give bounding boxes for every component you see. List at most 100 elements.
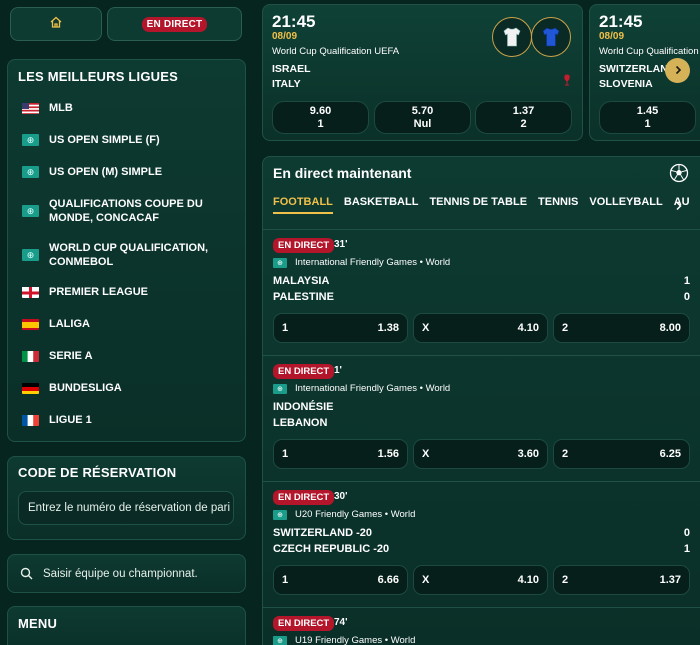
odd-label: 2 — [562, 322, 569, 334]
chevron-right-icon — [673, 62, 683, 80]
soccer-ball-icon[interactable] — [669, 163, 689, 188]
odd-label: X — [422, 574, 430, 586]
league-item-ligue-1[interactable]: LIGUE 1 — [22, 413, 237, 427]
league-label: MLB — [49, 102, 73, 114]
league-item-concacaf[interactable]: ⊕ QUALIFICATIONS COUPE DU MONDE, CONCACA… — [22, 197, 237, 225]
odd-label: 1 — [644, 117, 651, 130]
tab-tennis[interactable]: TENNIS — [538, 196, 578, 214]
world-globe-icon: ⊕ — [22, 249, 39, 261]
match-competition: ⊕ International Friendly Games • World — [273, 257, 450, 268]
league-item-bundesliga[interactable]: BUNDESLIGA — [22, 381, 237, 395]
match-minute: 31' — [334, 239, 348, 250]
away-jersey-icon — [531, 17, 571, 57]
world-globe-icon: ⊕ — [22, 166, 39, 178]
odd-button-home[interactable]: 1 1.56 — [273, 439, 408, 469]
odd-value: 6.66 — [377, 574, 399, 586]
match-competition: World Cup Qualification UEFA — [272, 46, 400, 57]
match-competition: ⊕ International Friendly Games • World — [273, 383, 450, 394]
odd-button-home[interactable]: 1 1.38 — [273, 313, 408, 343]
top-leagues-panel: LES MEILLEURS LIGUES MLB ⊕ US OPEN SIMPL… — [7, 59, 246, 442]
odd-button-draw[interactable]: 5.70 Nul — [374, 101, 471, 134]
live-badge: EN DIRECT — [273, 490, 335, 505]
league-item-us-open-m[interactable]: ⊕ US OPEN (M) SIMPLE — [22, 165, 237, 179]
odd-button-away[interactable]: 1.37 2 — [475, 101, 572, 134]
away-score: 0 — [683, 291, 690, 303]
live-badge: EN DIRECT — [273, 616, 335, 631]
live-match-row[interactable]: EN DIRECT 31' ⊕ International Friendly Ga… — [263, 229, 700, 355]
odd-value: 6.25 — [659, 448, 681, 460]
odd-button-draw[interactable]: X 4.10 — [413, 565, 548, 595]
league-item-laliga[interactable]: LALIGA — [22, 317, 237, 331]
away-team: PALESTINE — [273, 291, 334, 303]
live-now-title: En direct maintenant — [273, 165, 412, 181]
league-item-conmebol[interactable]: ⊕ WORLD CUP QUALIFICATION, CONMEBOL — [22, 241, 237, 269]
germany-flag-icon — [22, 382, 39, 394]
odd-button-draw[interactable]: X 3.60 — [413, 439, 548, 469]
live-match-row[interactable]: EN DIRECT 30' ⊕ U20 Friendly Games • Worl… — [263, 481, 700, 607]
live-match-row[interactable]: EN DIRECT 1' ⊕ International Friendly Gam… — [263, 355, 700, 481]
odd-label: 2 — [520, 117, 527, 130]
world-globe-icon: ⊕ — [273, 257, 287, 268]
match-competition: World Cup Qualification — [599, 46, 699, 57]
competition-label: International Friendly Games • World — [295, 383, 451, 394]
away-team: SLOVENIA — [599, 78, 653, 90]
odd-button-draw[interactable]: X 4.10 — [413, 313, 548, 343]
live-badge: EN DIRECT — [273, 238, 335, 253]
odd-label: 2 — [562, 574, 569, 586]
world-globe-icon: ⊕ — [273, 635, 287, 645]
league-label: LALIGA — [49, 318, 90, 330]
chevron-right-icon[interactable] — [674, 198, 683, 216]
league-item-premier-league[interactable]: PREMIER LEAGUE — [22, 285, 237, 299]
match-competition: ⊕ U19 Friendly Games • World — [273, 635, 415, 645]
odd-button-away[interactable]: 2 6.25 — [553, 439, 690, 469]
odd-button-home[interactable]: 9.60 1 — [272, 101, 369, 134]
spain-flag-icon — [22, 318, 39, 330]
odd-button-away[interactable]: 2 1.37 — [553, 565, 690, 595]
world-globe-icon: ⊕ — [22, 134, 39, 146]
odd-label: X — [422, 322, 430, 334]
italy-flag-icon — [22, 350, 39, 362]
live-match-row[interactable]: EN DIRECT 74' ⊕ U19 Friendly Games • Worl… — [263, 607, 700, 645]
odd-button-away[interactable]: 2 8.00 — [553, 313, 690, 343]
featured-match-card[interactable]: 21:45 08/09 World Cup Qualification UEFA… — [262, 4, 583, 141]
league-item-us-open-f[interactable]: ⊕ US OPEN SIMPLE (F) — [22, 133, 237, 147]
tab-volleyball[interactable]: VOLLEYBALL — [589, 196, 662, 214]
home-button[interactable] — [10, 7, 102, 41]
search-input[interactable]: Saisir équipe ou championnat. — [43, 568, 198, 580]
home-score: 1 — [683, 275, 690, 287]
league-label: US OPEN SIMPLE (F) — [49, 134, 160, 146]
tab-football[interactable]: FOOTBALL — [273, 196, 333, 214]
league-item-serie-a[interactable]: SERIE A — [22, 349, 237, 363]
odd-button-home[interactable]: 1 6.66 — [273, 565, 408, 595]
live-nav-button[interactable]: EN DIRECT — [107, 7, 242, 41]
tab-basketball[interactable]: BASKETBALL — [344, 196, 419, 214]
reservation-code-input[interactable]: Entrez le numéro de réservation de pari — [18, 491, 234, 525]
match-date: 08/09 — [272, 31, 298, 42]
carousel-next-button[interactable] — [665, 58, 690, 83]
odd-value: 9.60 — [309, 104, 332, 117]
competition-label: International Friendly Games • World — [295, 257, 451, 268]
home-team: SWITZERLAND — [599, 63, 676, 75]
odd-label: 1 — [317, 117, 324, 130]
search-box[interactable]: Saisir équipe ou championnat. — [7, 554, 246, 593]
odd-button-home[interactable]: 1.45 1 — [599, 101, 696, 134]
tab-table-tennis[interactable]: TENNIS DE TABLE — [429, 196, 527, 214]
odd-label: X — [422, 448, 430, 460]
league-item-mlb[interactable]: MLB — [22, 101, 237, 115]
odd-value: 4.10 — [517, 322, 539, 334]
league-label: QUALIFICATIONS COUPE DU MONDE, CONCACAF — [49, 198, 203, 224]
us-flag-icon — [22, 102, 39, 114]
home-team: ISRAEL — [272, 63, 311, 75]
match-time: 21:45 — [272, 12, 316, 31]
home-team: MALAYSIA — [273, 275, 330, 287]
home-team: INDONÉSIE — [273, 401, 334, 413]
match-competition: ⊕ U20 Friendly Games • World — [273, 509, 415, 520]
match-minute: 74' — [334, 617, 348, 628]
odd-value: 8.00 — [659, 322, 681, 334]
odd-label: 1 — [282, 322, 289, 334]
odd-label: 1 — [282, 448, 289, 460]
home-score: 0 — [683, 527, 690, 539]
france-flag-icon — [22, 414, 39, 426]
league-label: US OPEN (M) SIMPLE — [49, 166, 163, 178]
stats-icon[interactable] — [562, 73, 572, 91]
